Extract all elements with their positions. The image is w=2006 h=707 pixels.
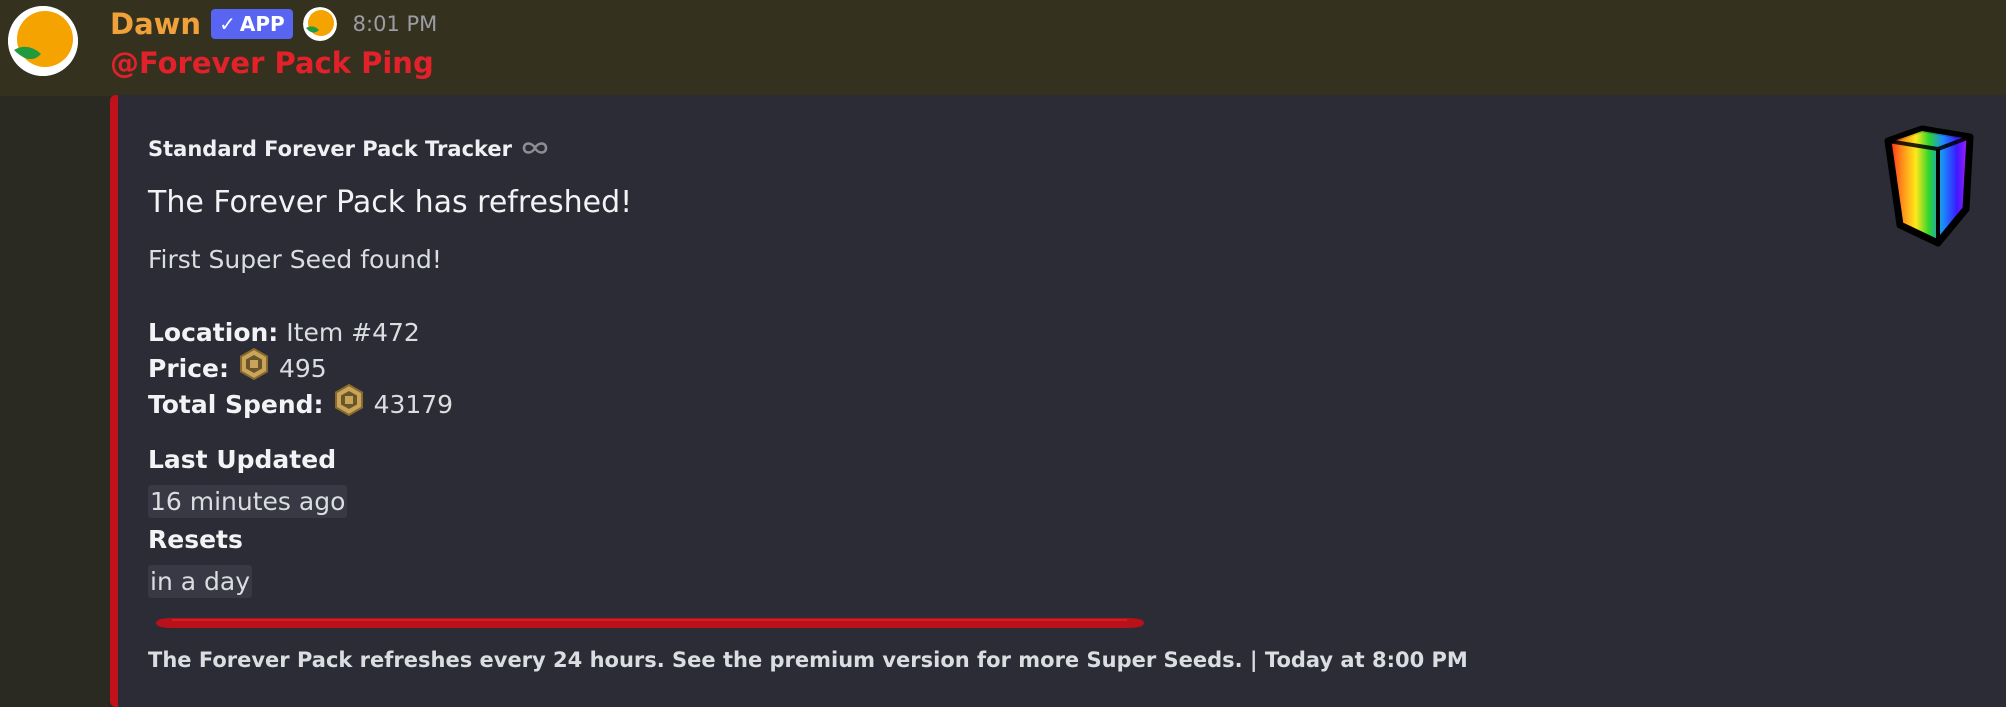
role-icon bbox=[302, 7, 337, 41]
embed-author: Standard Forever Pack Tracker bbox=[148, 137, 550, 161]
last-updated-timestamp[interactable]: 16 minutes ago bbox=[148, 485, 348, 518]
rainbow-pack-icon[interactable] bbox=[1878, 123, 1978, 249]
embed-description: First Super Seed found! bbox=[148, 245, 442, 274]
orange-leaf-logo bbox=[8, 6, 78, 76]
total-spend-label: Total Spend: bbox=[148, 390, 324, 419]
resets-label: Resets bbox=[148, 525, 243, 554]
red-divider-image[interactable] bbox=[152, 617, 1146, 629]
embed-title: The Forever Pack has refreshed! bbox=[148, 185, 633, 220]
resets-timestamp[interactable]: in a day bbox=[148, 565, 252, 598]
location-value: Item #472 bbox=[286, 318, 420, 347]
price-value: 495 bbox=[279, 354, 327, 383]
embed-card: Standard Forever Pack Tracker The Foreve… bbox=[110, 95, 2006, 707]
message-header: Dawn ✓ APP 8:01 PM bbox=[110, 4, 437, 44]
orange-leaf-icon bbox=[302, 7, 337, 41]
app-badge-label: APP bbox=[239, 12, 285, 36]
total-spend-value: 43179 bbox=[373, 390, 454, 419]
embed-author-name: Standard Forever Pack Tracker bbox=[148, 137, 513, 161]
last-updated-label: Last Updated bbox=[148, 445, 337, 474]
embed-fields: Location: Item #472 Price: 495 Total Spe… bbox=[148, 315, 453, 423]
embed-footer: The Forever Pack refreshes every 24 hour… bbox=[148, 648, 1468, 672]
message-timestamp[interactable]: 8:01 PM bbox=[353, 12, 438, 36]
app-badge: ✓ APP bbox=[211, 9, 293, 39]
field-price: Price: 495 bbox=[148, 347, 453, 387]
field-total-spend: Total Spend: 43179 bbox=[148, 383, 454, 423]
field-location: Location: Item #472 bbox=[148, 315, 453, 351]
price-label: Price: bbox=[148, 354, 229, 383]
infinity-icon bbox=[520, 137, 550, 161]
robux-coin-icon bbox=[237, 347, 271, 391]
role-mention[interactable]: @Forever Pack Ping bbox=[110, 46, 434, 80]
robux-coin-icon bbox=[332, 383, 366, 427]
check-icon: ✓ bbox=[219, 12, 236, 36]
author-name[interactable]: Dawn bbox=[110, 7, 201, 41]
user-avatar[interactable] bbox=[8, 6, 78, 76]
location-label: Location: bbox=[148, 318, 279, 347]
